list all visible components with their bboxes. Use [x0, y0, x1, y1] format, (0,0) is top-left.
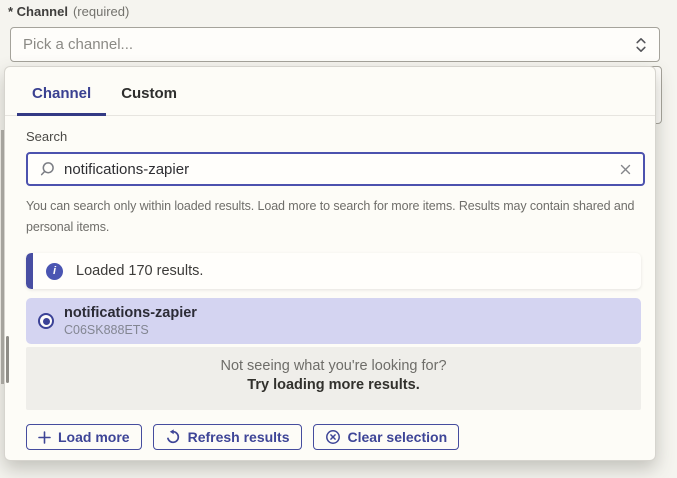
- info-icon: i: [46, 263, 63, 280]
- load-more-button[interactable]: Load more: [26, 424, 142, 450]
- search-input[interactable]: [64, 161, 619, 178]
- x-circle-icon: [325, 429, 341, 445]
- search-icon: [39, 161, 55, 177]
- search-box: [26, 152, 645, 186]
- hint-suggestion: Try loading more results.: [26, 377, 641, 393]
- tab-custom[interactable]: Custom: [106, 85, 192, 115]
- info-banner-accent-bar: [26, 253, 33, 289]
- channel-select-placeholder: Pick a channel...: [23, 36, 635, 53]
- tab-channel[interactable]: Channel: [17, 85, 106, 115]
- refresh-results-label: Refresh results: [188, 429, 290, 445]
- hint-question: Not seeing what you're looking for?: [26, 358, 641, 374]
- clear-search-icon[interactable]: [619, 163, 632, 176]
- load-more-label: Load more: [58, 429, 130, 445]
- field-label-text: * Channel: [8, 4, 68, 19]
- field-required-note: (required): [73, 4, 129, 19]
- plus-icon: [38, 431, 51, 444]
- refresh-results-button[interactable]: Refresh results: [153, 424, 302, 450]
- clear-selection-label: Clear selection: [348, 429, 448, 445]
- unfold-chevron-icon: [635, 36, 647, 54]
- option-title: notifications-zapier: [64, 305, 197, 321]
- search-label: Search: [26, 129, 639, 144]
- field-label: * Channel (required): [8, 4, 129, 19]
- scrollbar-thumb[interactable]: [6, 336, 9, 383]
- refresh-icon: [165, 429, 181, 445]
- channel-select[interactable]: Pick a channel...: [10, 27, 660, 62]
- tab-bar: Channel Custom: [5, 67, 655, 116]
- option-id: C06SK888ETS: [64, 323, 197, 337]
- load-more-hint: Not seeing what you're looking for? Try …: [26, 347, 641, 410]
- info-banner: i Loaded 170 results.: [26, 253, 641, 289]
- panel-body: Search You can search only within loa: [5, 116, 655, 450]
- search-help-text: You can search only within loaded result…: [26, 196, 644, 238]
- channel-dropdown-panel: Channel Custom Search: [4, 66, 656, 461]
- page: * Channel (required) Pick a channel... Ch…: [0, 0, 677, 478]
- channel-option-selected[interactable]: notifications-zapier C06SK888ETS: [26, 298, 641, 344]
- actions-row: Load more Refresh results: [26, 424, 639, 450]
- radio-selected-icon[interactable]: [38, 313, 54, 329]
- option-texts: notifications-zapier C06SK888ETS: [64, 305, 197, 337]
- clear-selection-button[interactable]: Clear selection: [313, 424, 460, 450]
- info-banner-text: Loaded 170 results.: [76, 263, 203, 279]
